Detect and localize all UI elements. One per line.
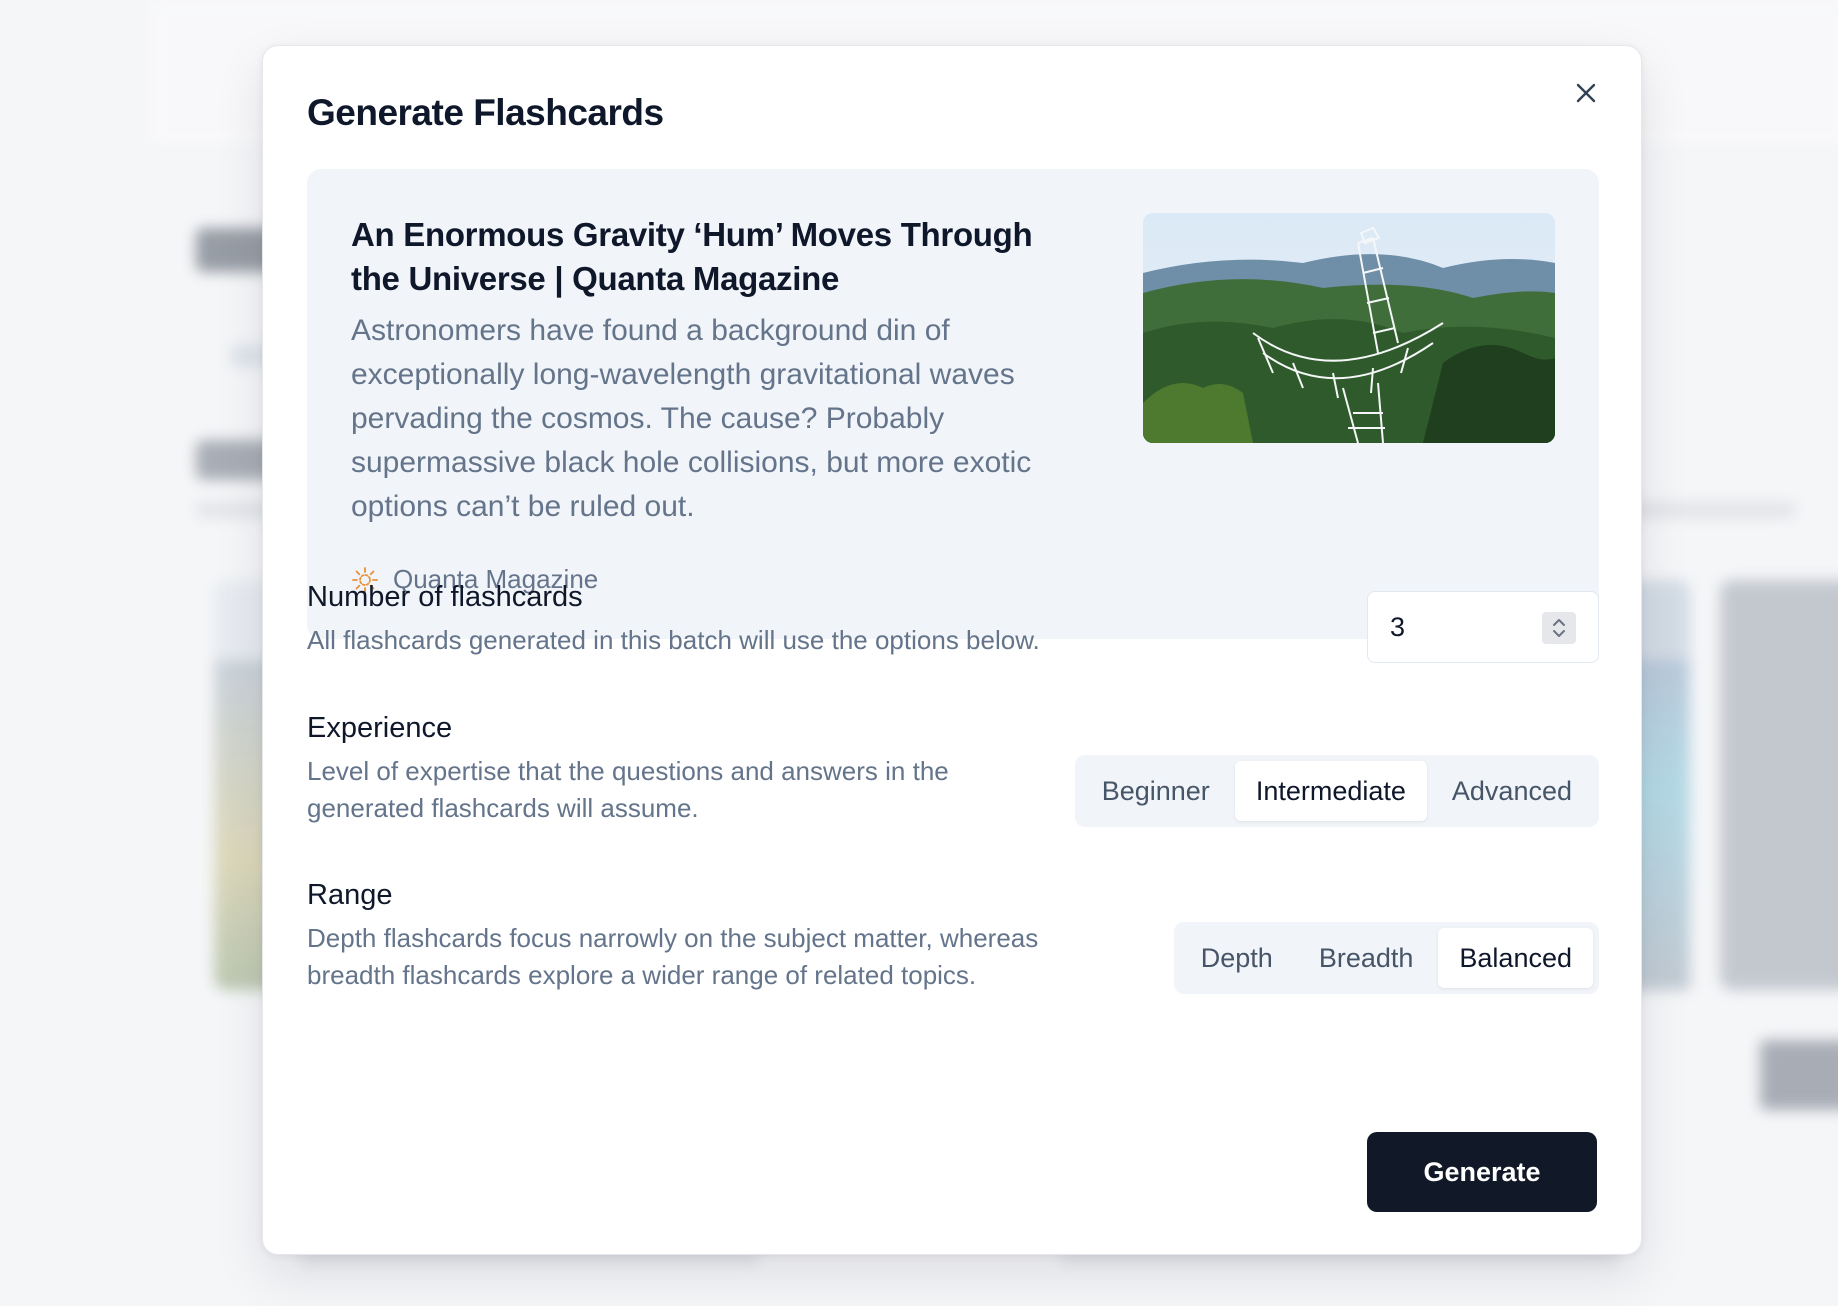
- experience-option-intermediate[interactable]: Intermediate: [1234, 761, 1427, 821]
- article-description: Astronomers have found a background din …: [351, 314, 1032, 523]
- experience-segmented-control: Beginner Intermediate Advanced: [1074, 755, 1599, 827]
- range-option-balanced[interactable]: Balanced: [1438, 928, 1593, 988]
- range-segmented-control: Depth Breadth Balanced: [1173, 922, 1599, 994]
- range-description: Depth flashcards focus narrowly on the s…: [307, 923, 1039, 990]
- background-text: [1760, 1040, 1838, 1110]
- article-preview-card: An Enormous Gravity ‘Hum’ Moves Through …: [307, 169, 1599, 639]
- generate-flashcards-dialog: Generate Flashcards An Enormous Gravity …: [262, 45, 1642, 1255]
- flashcard-count-setting: Number of flashcards All flashcards gene…: [307, 581, 1599, 671]
- count-stepper[interactable]: [1542, 612, 1576, 644]
- generate-button[interactable]: Generate: [1367, 1132, 1597, 1212]
- experience-label: Experience: [307, 712, 453, 744]
- experience-setting: Experience Level of expertise that the q…: [307, 712, 1599, 827]
- stepper-arrows-icon: [1553, 619, 1565, 637]
- experience-option-beginner[interactable]: Beginner: [1081, 761, 1231, 821]
- article-title: An Enormous Gravity ‘Hum’ Moves Through …: [351, 216, 1033, 297]
- range-option-breadth[interactable]: Breadth: [1298, 928, 1435, 988]
- flashcard-count-input[interactable]: 3: [1367, 591, 1599, 663]
- range-setting: Range Depth flashcards focus narrowly on…: [307, 879, 1599, 994]
- range-label: Range: [307, 879, 393, 911]
- close-button[interactable]: [1569, 76, 1603, 110]
- close-icon: [1576, 83, 1596, 103]
- flashcard-count-value: 3: [1390, 611, 1406, 642]
- article-thumbnail: [1143, 213, 1555, 443]
- experience-description: Level of expertise that the questions an…: [307, 756, 949, 823]
- dialog-title: Generate Flashcards: [307, 92, 664, 133]
- telescope-image: [1143, 213, 1555, 443]
- experience-option-advanced[interactable]: Advanced: [1431, 761, 1593, 821]
- range-option-depth[interactable]: Depth: [1180, 928, 1294, 988]
- background-card: [1720, 580, 1838, 990]
